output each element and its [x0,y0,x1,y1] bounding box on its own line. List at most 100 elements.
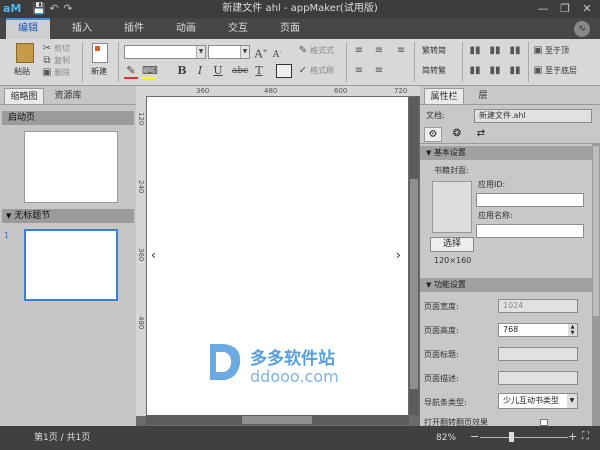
tab-page[interactable]: 页面 [270,18,310,39]
left-panel: 缩略图 资源库 启动页 ▼ 无标题节 1 [0,86,136,426]
divider [0,104,136,105]
chevron-down-icon[interactable]: ▼ [567,394,577,408]
close-button[interactable]: ✕ [576,1,598,16]
bring-to-front-icon[interactable]: ▣ [532,45,544,57]
divider [420,104,600,105]
new-button[interactable]: 新建 [91,67,107,77]
right-panel: 属性栏 层 文档: 新建文件.ahl ⚙ ❂ ⇄ ▼ 基本设置 书籍封面: 应用… [420,86,600,426]
align-center-icon[interactable]: ≡ [372,45,386,57]
format-painter-icon[interactable]: ✓ [298,65,308,77]
tab-properties[interactable]: 属性栏 [424,88,464,104]
tab-layers[interactable]: 层 [470,88,496,104]
font-shrink-icon[interactable]: A- [270,46,284,61]
target-icon[interactable]: ❂ [448,127,466,142]
start-page-thumbnail[interactable] [24,131,118,203]
strikethrough-icon[interactable]: abc [232,65,248,77]
zoom-out-icon[interactable]: − [470,427,479,447]
gear-icon[interactable]: ⚙ [424,127,442,142]
paste-icon[interactable] [16,43,34,63]
format-clear-button[interactable]: 格式式 [310,46,334,56]
ruler-label: 120 [137,112,145,126]
bring-to-front-button[interactable]: 至于顶 [545,46,569,56]
copy-button[interactable]: 复制 [54,56,70,66]
fit-page-icon[interactable]: ⛶ [582,427,589,447]
page-indicator: 第1页 / 共1页 [34,433,91,443]
align-justify-icon[interactable]: ≡ [352,65,366,77]
new-page-icon[interactable] [92,43,108,63]
text-fill-icon[interactable]: T [252,65,266,77]
app-id-field[interactable] [476,193,584,207]
collapse-icon[interactable]: ▼ [426,149,431,157]
zoom-in-icon[interactable]: + [568,427,577,447]
prev-page-icon[interactable]: ‹ [151,248,156,262]
page-number: 1 [4,231,10,240]
flip-effect-label: 打开翻转翻页效果 [424,418,488,426]
simp-to-trad-button[interactable]: 繁转简 [422,46,446,56]
tab-edit[interactable]: 编辑 [6,18,50,39]
trad-to-simp-button[interactable]: 简转繁 [422,66,446,76]
function-settings-header[interactable]: ▼ 功能设置 [420,278,592,292]
app-name-field[interactable] [476,224,584,238]
page-height-field[interactable]: 768 [498,323,578,337]
tab-plugin[interactable]: 插件 [114,18,154,39]
delete-button[interactable]: 删除 [54,68,70,78]
title-bar: aM 💾 ↶ ↷ 新建文件 ahl - appMaker(试用版) — ❐ ✕ [0,0,600,18]
send-to-back-icon[interactable]: ▣ [532,65,544,77]
tab-animation[interactable]: 动画 [166,18,206,39]
align-right-icon[interactable]: ≡ [372,65,386,77]
tab-interaction[interactable]: 交互 [218,18,258,39]
minimize-button[interactable]: — [532,1,554,16]
underline-icon[interactable]: U [212,65,224,77]
next-page-icon[interactable]: › [396,248,401,262]
same-size-icon[interactable]: ▮▮ [508,65,522,77]
border-icon[interactable] [276,64,292,78]
format-painter-button[interactable]: 格式刷 [310,66,334,76]
bold-icon[interactable]: B [176,65,188,77]
zoom-slider-handle[interactable] [509,432,514,442]
height-stepper-icon[interactable]: ▲ ▼ [568,324,577,336]
horizontal-scrollbar[interactable] [146,415,409,425]
app-id-label: 应用ID: [478,180,506,189]
flip-effect-checkbox[interactable] [540,419,548,426]
collapse-icon[interactable]: ▼ [426,281,431,289]
select-cover-button[interactable]: 选择 [430,237,474,252]
swap-icon[interactable]: ⇄ [472,127,490,142]
tab-insert[interactable]: 插入 [62,18,102,39]
font-grow-icon[interactable]: A+ [254,46,268,61]
scrollbar-thumb[interactable] [593,146,599,316]
vertical-scrollbar[interactable] [592,144,600,426]
scrollbar-thumb[interactable] [410,179,418,389]
navbar-type-select[interactable]: 少儿互动书类型 ▼ [498,393,578,409]
watermark-brand: 多多软件站 [250,349,335,369]
section-header[interactable]: ▼ 无标题节 [2,209,134,223]
scrollbar-thumb[interactable] [242,416,312,424]
cut-button[interactable]: 剪切 [54,44,70,54]
page-width-label: 页面宽度: [424,302,459,311]
page-thumbnail[interactable] [24,229,118,301]
help-icon[interactable]: ∿ [574,21,590,37]
send-to-back-button[interactable]: 至于底层 [545,66,577,76]
paste-button[interactable]: 粘贴 [14,67,30,77]
tab-library[interactable]: 资源库 [48,88,88,104]
highlight-icon[interactable]: ⌨ [142,65,158,79]
format-clear-icon[interactable]: ✎ [298,45,308,57]
zoom-slider[interactable] [480,437,568,438]
watermark-url: ddooo.com [250,367,339,386]
restore-button[interactable]: ❐ [554,1,576,16]
tab-thumbnails[interactable]: 缩略图 [4,88,44,104]
distribute-h-icon[interactable]: ▮▮ [468,65,482,77]
distribute-v-icon[interactable]: ▮▮ [488,65,502,77]
align-top-icon[interactable]: ▮▮ [468,45,482,57]
align-left-icon[interactable]: ≡ [352,45,366,57]
align-bottom-icon[interactable]: ▮▮ [508,45,522,57]
vertical-scrollbar[interactable] [409,97,419,415]
collapse-icon[interactable]: ▼ [6,212,11,220]
font-size-select[interactable]: ▼ [208,45,250,59]
basic-settings-header[interactable]: ▼ 基本设置 [420,146,592,160]
ruler-label: 240 [137,180,145,194]
font-family-select[interactable]: ▼ [124,45,206,59]
align-middle-icon[interactable]: ▮▮ [488,45,502,57]
text-color-icon[interactable]: ✎ [124,65,138,79]
line-spacing-icon[interactable]: ≡ [394,45,408,57]
italic-icon[interactable]: I [194,65,206,77]
